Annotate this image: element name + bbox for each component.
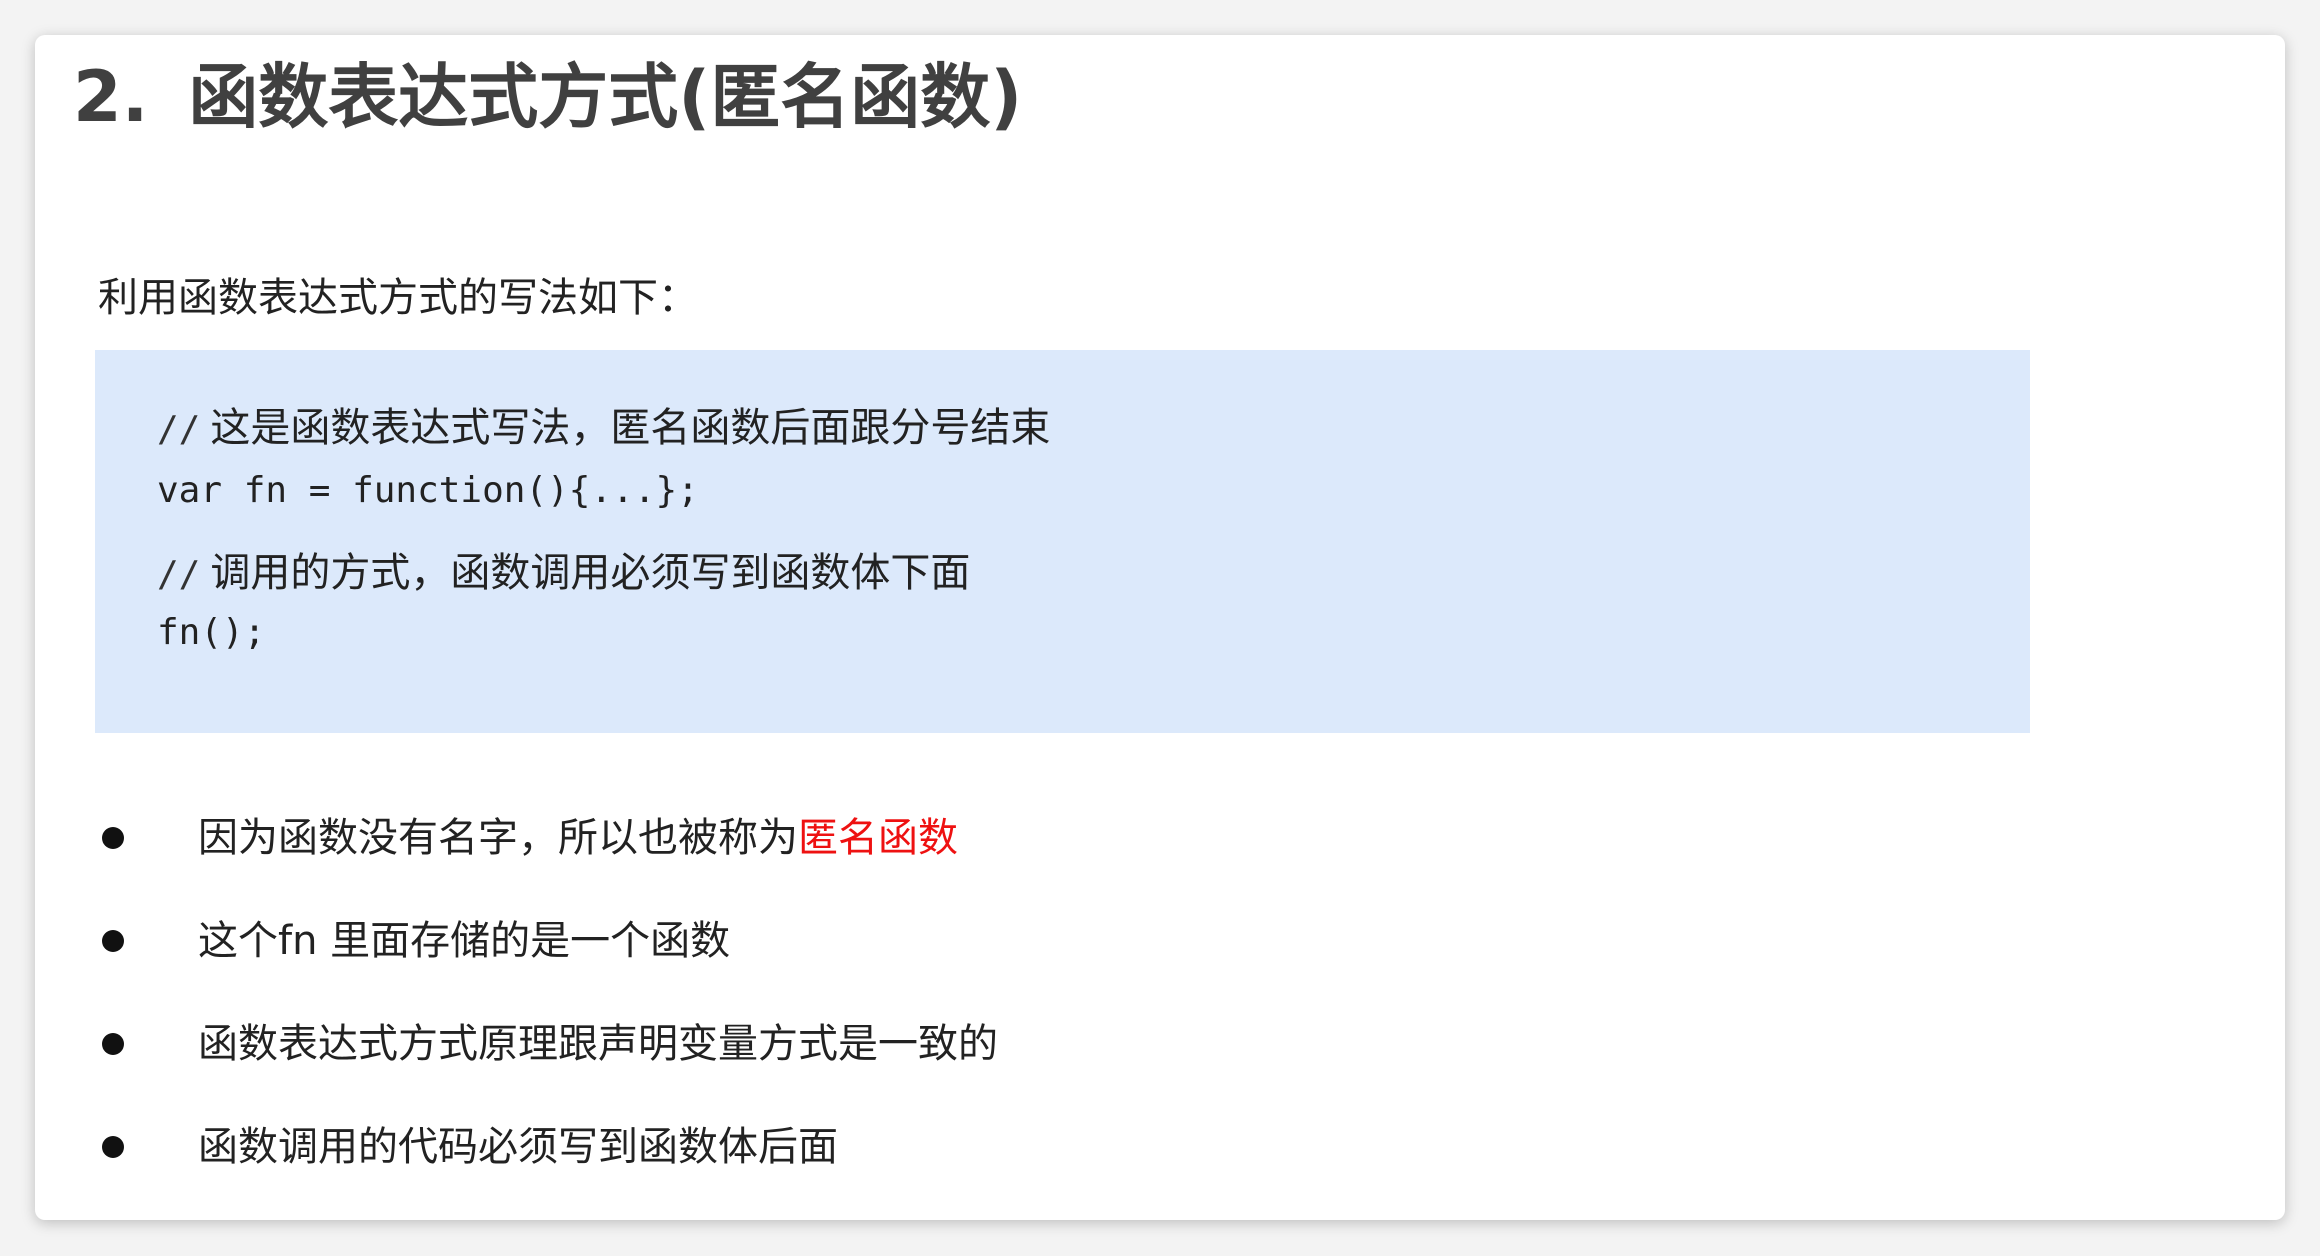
section-number: 2. [73,56,149,138]
comment-slashes: // [157,554,201,595]
bullet-plain-text: 因为函数没有名字，所以也被称为 [198,815,798,861]
comment-text: 调用的方式，函数调用必须写到函数体下面 [210,550,971,596]
bullet-text: 因为函数没有名字，所以也被称为匿名函数 [198,805,958,871]
comment-text: 这是函数表达式写法，匿名函数后面跟分号结束 [210,405,1051,451]
bullet-text: 这个fn 里面存储的是一个函数 [198,918,731,964]
comment-slashes: // [157,409,201,450]
intro-text: 利用函数表达式方式的写法如下： [98,275,698,321]
bullet-text: 函数表达式方式原理跟声明变量方式是一致的 [198,1021,998,1067]
bullet-text: 函数调用的代码必须写到函数体后面 [198,1124,838,1170]
code-line-call: fn(); [157,612,266,653]
bullet-dot-icon [102,827,124,849]
slide: 2. 函数表达式方式(匿名函数) 利用函数表达式方式的写法如下： //这是函数表达… [35,35,2285,1220]
page-title: 2. 函数表达式方式(匿名函数) [73,55,1022,139]
bullet-dot-icon [102,930,124,952]
code-line-declaration: var fn = function(){...}; [157,470,699,511]
code-comment-line-1: //这是函数表达式写法，匿名函数后面跟分号结束 [157,395,1050,453]
section-title: 函数表达式方式(匿名函数) [188,56,1023,138]
code-block: //这是函数表达式写法，匿名函数后面跟分号结束 var fn = functio… [95,350,2030,733]
highlighted-term: 匿名函数 [798,815,958,861]
bullet-dot-icon [102,1033,124,1055]
code-comment-line-2: //调用的方式，函数调用必须写到函数体下面 [157,540,970,598]
bullet-dot-icon [102,1136,124,1158]
